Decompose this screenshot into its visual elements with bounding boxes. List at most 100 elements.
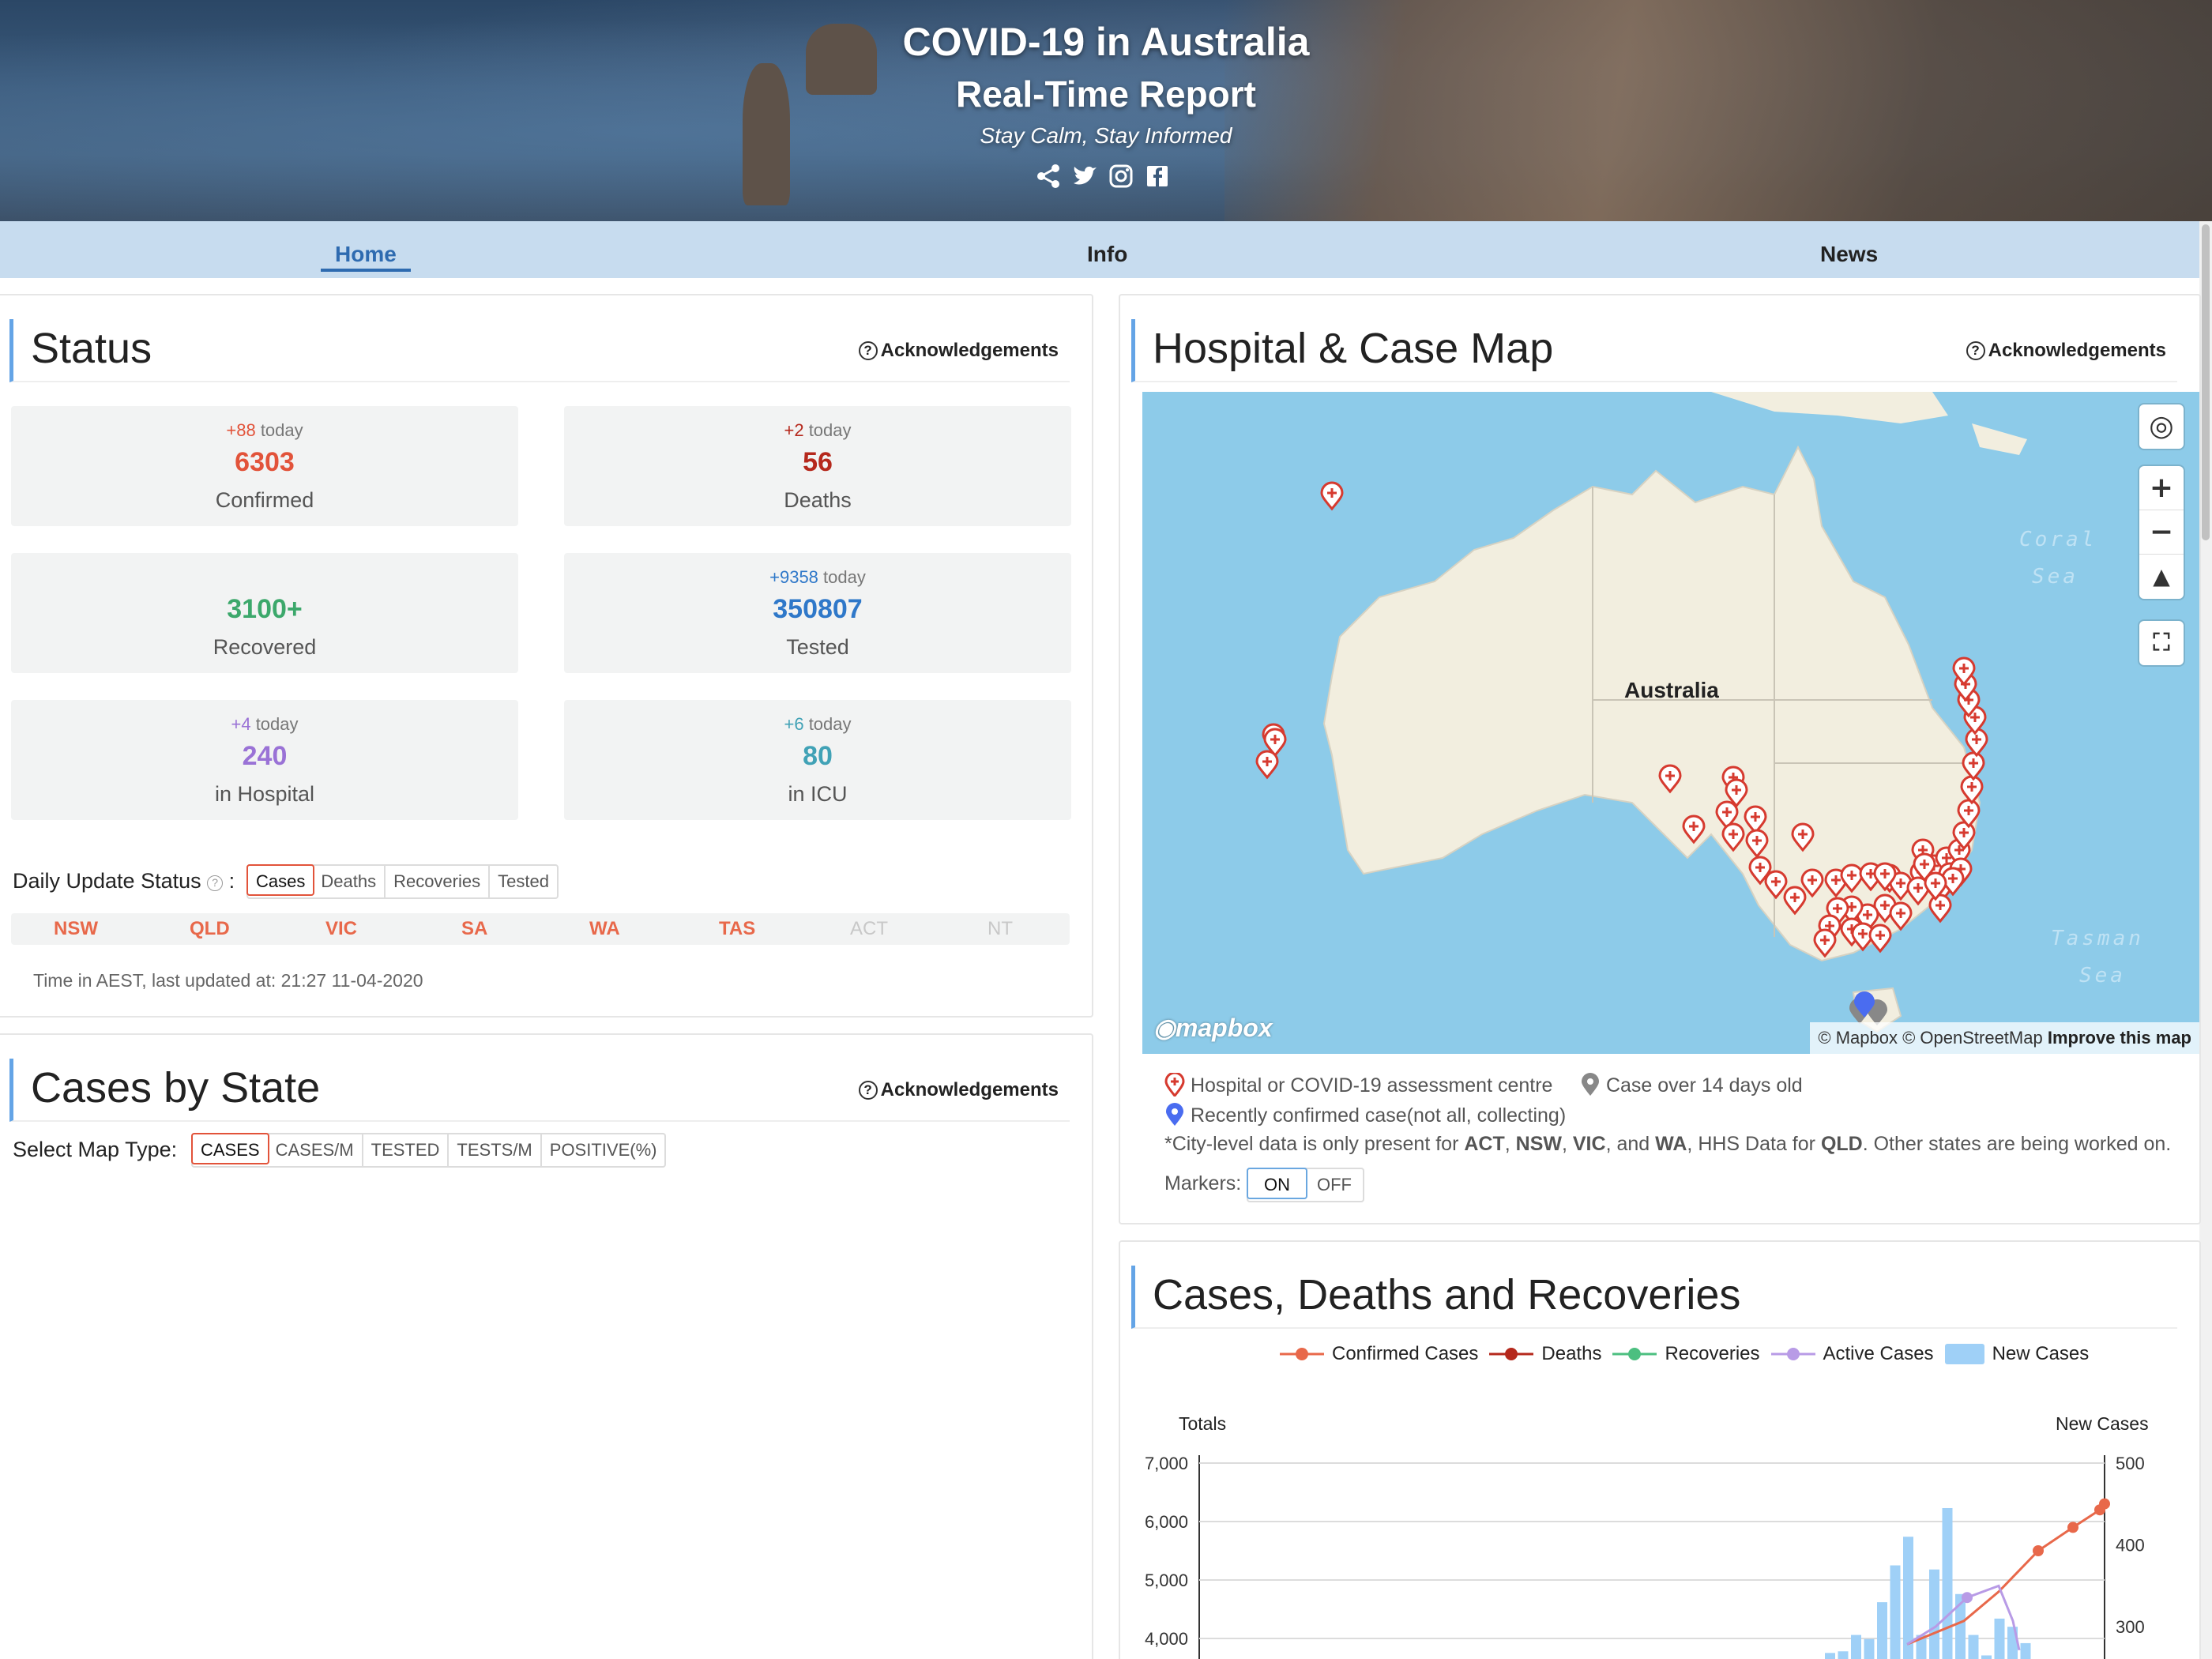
- legend-swatch: [1944, 1344, 1984, 1364]
- islands-landmass: [1972, 423, 2027, 455]
- facebook-icon[interactable]: [1144, 163, 1171, 190]
- chart-bar-new-cases[interactable]: [1825, 1653, 1835, 1659]
- state-nt: NT: [988, 918, 1013, 939]
- case-map[interactable]: Australia Coral Sea Tasman Sea ◎ + − ▲ ⛶…: [1142, 392, 2199, 1054]
- chart-point-confirmed[interactable]: [2067, 1522, 2078, 1533]
- legend-swatch: [1770, 1348, 1815, 1360]
- stat-delta-value: +9358: [769, 567, 818, 587]
- daily-tab-tested[interactable]: Tested: [490, 866, 557, 897]
- zoom-in-icon[interactable]: +: [2139, 466, 2184, 510]
- stat-delta: +6 today: [564, 714, 1071, 735]
- legend-item-new-cases[interactable]: New Cases: [1944, 1343, 2089, 1365]
- locate-icon[interactable]: ◎: [2139, 404, 2184, 449]
- chart-tick-left: 6,000: [1145, 1512, 1188, 1532]
- markers-toggle-label: Markers:: [1164, 1172, 1242, 1194]
- mapbox-logo[interactable]: ◉mapbox: [1153, 1013, 1273, 1043]
- map-card-title: Hospital & Case Map: [1153, 325, 1554, 372]
- scrollbar-thumb[interactable]: [2202, 224, 2210, 540]
- stat-confirmed: +88 today 6303 Confirmed: [11, 406, 518, 526]
- improve-map-link[interactable]: Improve this map: [2048, 1028, 2191, 1048]
- chart-bar-new-cases[interactable]: [1890, 1565, 1901, 1659]
- status-title: Status: [31, 325, 152, 372]
- markers-toggle: ON OFF: [1247, 1168, 1364, 1202]
- legend-item-deaths[interactable]: Deaths: [1489, 1343, 1601, 1365]
- sea-label-tasman: Sea: [2079, 964, 2126, 988]
- legend-item-recoveries[interactable]: Recoveries: [1612, 1343, 1760, 1365]
- tab-info[interactable]: Info: [1087, 221, 1127, 278]
- status-acknowledgements-link[interactable]: ? Acknowledgements: [858, 340, 1059, 362]
- tab-home[interactable]: Home: [321, 221, 411, 272]
- select-map-type-label: Select Map Type:: [13, 1138, 178, 1161]
- map-acknowledgements-link[interactable]: ? Acknowledgements: [1966, 340, 2166, 362]
- chart-tick-right: 400: [2116, 1536, 2145, 1556]
- chart-bar-new-cases[interactable]: [1929, 1569, 1939, 1659]
- legend-label: Recoveries: [1665, 1343, 1760, 1364]
- compass-icon[interactable]: ▲: [2139, 555, 2184, 599]
- stat-label: in Hospital: [214, 782, 315, 806]
- stat-deaths: +2 today 56 Deaths: [564, 406, 1071, 526]
- chart-point-confirmed[interactable]: [2099, 1498, 2110, 1510]
- zoom-out-icon[interactable]: −: [2139, 510, 2184, 555]
- cases-chart: Totals New Cases 7,000 6,000 5,000 4,000 500…: [1145, 1413, 2149, 1659]
- recent-case-marker-icon: [1166, 1103, 1183, 1126]
- map-type-cases[interactable]: CASES: [191, 1133, 269, 1164]
- chart-bar-new-cases[interactable]: [1864, 1638, 1875, 1659]
- chart-bar-new-cases[interactable]: [1981, 1655, 1992, 1659]
- chart-bar-new-cases[interactable]: [2020, 1642, 2031, 1659]
- daily-tab-cases[interactable]: Cases: [246, 864, 315, 896]
- stat-delta-suffix: today: [808, 420, 852, 440]
- sea-label-coral: Coral: [2019, 528, 2097, 551]
- daily-tab-deaths[interactable]: Deaths: [313, 866, 386, 897]
- tab-news[interactable]: News: [1820, 221, 1878, 278]
- map-type-cases-per-million[interactable]: CASES/M: [268, 1134, 363, 1166]
- chart-point-confirmed[interactable]: [2033, 1545, 2044, 1556]
- legend-label: Active Cases: [1823, 1343, 1934, 1364]
- markers-on-button[interactable]: ON: [1247, 1168, 1307, 1199]
- map-type-positive-percent[interactable]: POSITIVE(%): [542, 1134, 665, 1166]
- markers-off-button[interactable]: OFF: [1306, 1169, 1363, 1201]
- note-state: NSW: [1515, 1133, 1562, 1155]
- stat-hospital: +4 today 240 in Hospital: [11, 700, 518, 820]
- cases-by-state-acknowledgements-link[interactable]: ? Acknowledgements: [858, 1079, 1059, 1101]
- note-text: *City-level data is only present for: [1164, 1133, 1459, 1155]
- stat-delta: +4 today: [11, 714, 518, 735]
- mapbox-logo-icon: ◉: [1153, 1014, 1176, 1042]
- share-icon[interactable]: [1035, 163, 1062, 190]
- chart-bar-new-cases[interactable]: [1942, 1507, 1953, 1659]
- daily-tab-recoveries[interactable]: Recoveries: [386, 866, 491, 897]
- map-type-tested[interactable]: TESTED: [363, 1134, 450, 1166]
- note-text: , HHS Data for: [1687, 1133, 1815, 1155]
- chart-bar-new-cases[interactable]: [1851, 1635, 1861, 1659]
- cases-by-state-title: Cases by State: [31, 1064, 321, 1112]
- help-icon: ?: [858, 341, 878, 360]
- stat-delta-suffix: today: [255, 714, 299, 734]
- daily-update-colon: :: [228, 869, 235, 893]
- old-case-marker-icon: [1582, 1073, 1599, 1096]
- daily-update-tabs: Cases Deaths Recoveries Tested: [246, 864, 559, 899]
- ack-label: Acknowledgements: [880, 1079, 1059, 1100]
- stat-value: 56: [803, 447, 833, 477]
- fullscreen-icon[interactable]: ⛶: [2139, 621, 2184, 665]
- map-type-tests-per-million[interactable]: TESTS/M: [449, 1134, 542, 1166]
- chart-bar-new-cases[interactable]: [1968, 1635, 1979, 1659]
- cases-by-state-card: Cases by State ? Acknowledgements Select …: [0, 1033, 1093, 1659]
- chart-grid: [1198, 1455, 2105, 1659]
- legend-item-active[interactable]: Active Cases: [1770, 1343, 1934, 1365]
- map-canvas: Australia Coral Sea Tasman Sea: [1255, 392, 2141, 1033]
- chart-bar-new-cases[interactable]: [1838, 1651, 1849, 1659]
- page-scrollbar[interactable]: [2199, 221, 2212, 1659]
- chart-tick-right: 500: [2116, 1454, 2145, 1473]
- attribution-text[interactable]: © Mapbox © OpenStreetMap: [1818, 1028, 2042, 1048]
- help-icon[interactable]: ?: [207, 875, 224, 891]
- legend-item-confirmed[interactable]: Confirmed Cases: [1280, 1343, 1478, 1365]
- chart-point-active[interactable]: [1962, 1592, 1973, 1604]
- twitter-icon[interactable]: [1071, 163, 1098, 190]
- stat-delta-value: +6: [784, 714, 804, 734]
- chart-bar-new-cases[interactable]: [1994, 1618, 2005, 1659]
- stat-delta-value: +88: [226, 420, 256, 440]
- chart-bar-new-cases[interactable]: [1877, 1602, 1887, 1659]
- note-state: WA: [1655, 1133, 1687, 1155]
- last-updated-text: Time in AEST, last updated at: 21:27 11-…: [33, 970, 423, 991]
- stat-tested: +9358 today 350807 Tested: [564, 553, 1071, 673]
- instagram-icon[interactable]: [1108, 163, 1134, 190]
